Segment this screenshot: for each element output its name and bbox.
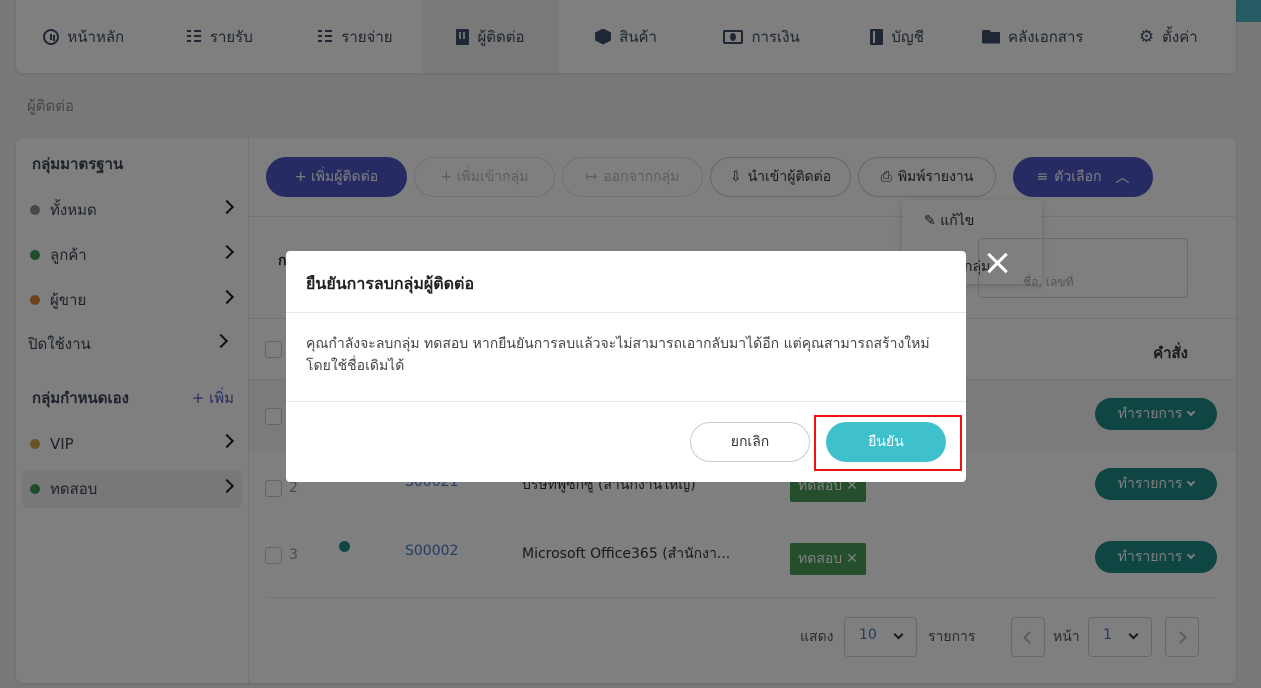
confirm-button-highlight [814,415,962,471]
cancel-button[interactable]: ยกเลิก [690,422,810,462]
dialog-title: ยืนยันการลบกลุ่มผู้ติดต่อ [306,274,475,293]
dialog-message: คุณกำลังจะลบกลุ่ม ทดสอบ หากยืนยันการลบแล… [306,336,930,374]
dialog-footer-divider [286,401,966,402]
dialog-header-divider [286,312,966,313]
close-icon[interactable] [984,250,1010,276]
